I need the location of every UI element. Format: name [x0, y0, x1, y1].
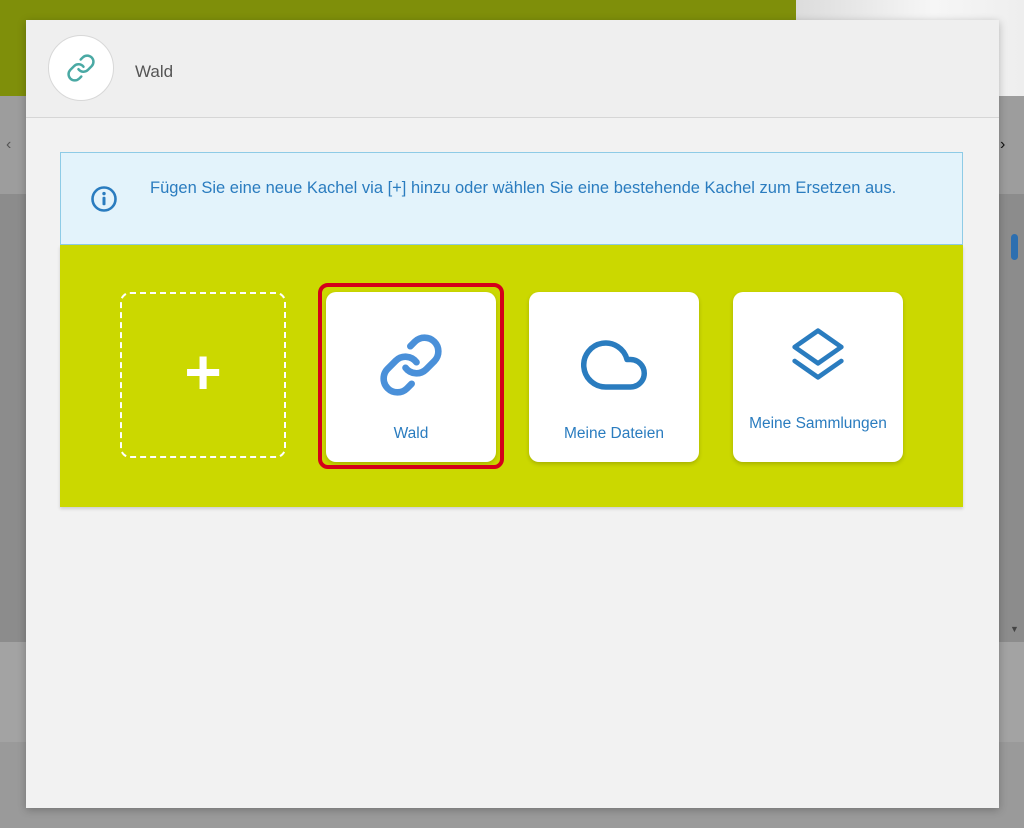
- tile-wald[interactable]: Wald: [326, 292, 496, 462]
- tile-picker-dialog: Wald Fügen Sie eine neue Kachel via [+] …: [26, 20, 999, 808]
- tile-meine-sammlungen[interactable]: Meine Sammlungen: [733, 292, 903, 462]
- tile-label: Wald: [393, 425, 429, 442]
- cloud-icon: [529, 332, 699, 398]
- tile-label: Meine Dateien: [564, 425, 664, 442]
- chevron-left-icon: ‹: [6, 136, 12, 153]
- link-icon: [326, 332, 496, 398]
- tile-meine-dateien[interactable]: Meine Dateien: [529, 292, 699, 462]
- info-icon: [91, 186, 117, 212]
- info-banner: Fügen Sie eine neue Kachel via [+] hinzu…: [60, 152, 963, 245]
- add-tile-button[interactable]: +: [120, 292, 286, 458]
- dialog-title: Wald: [135, 62, 174, 81]
- tile-grid: + Wald Meine Dateien Meine Sammlungen: [60, 245, 963, 507]
- plus-icon: +: [184, 336, 222, 408]
- chevron-right-icon: ›: [1000, 136, 1006, 153]
- scrollbar-thumb: [1011, 234, 1018, 260]
- info-text: Fügen Sie eine neue Kachel via [+] hinzu…: [150, 179, 897, 197]
- dialog-header: Wald: [26, 20, 999, 118]
- scroll-down-arrow-icon: ▼: [1010, 624, 1019, 634]
- tile-label: Meine Sammlungen: [749, 415, 887, 432]
- layers-icon: [733, 326, 903, 382]
- link-icon: [48, 35, 114, 101]
